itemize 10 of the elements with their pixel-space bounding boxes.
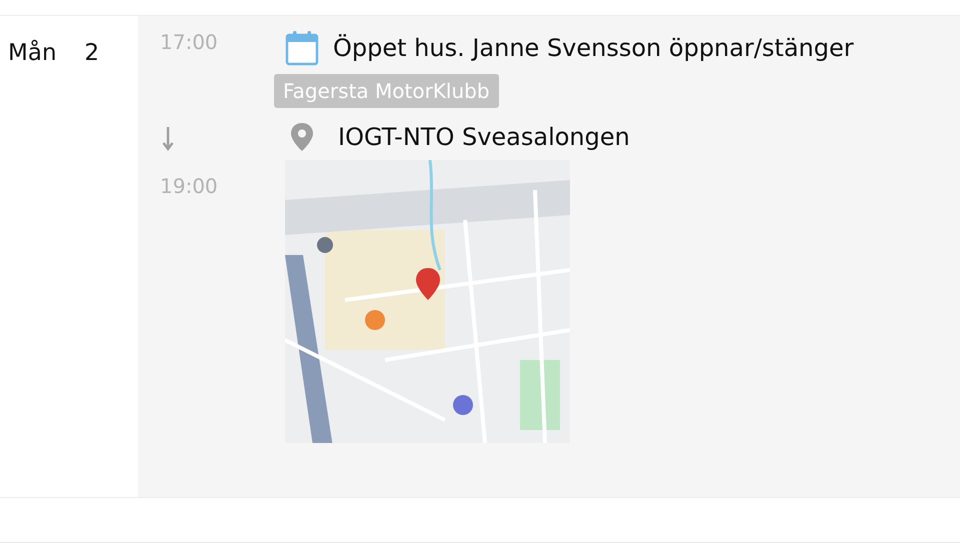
- organizer-tag: Fagersta MotorKlubb: [274, 74, 499, 108]
- date-number: 2: [84, 40, 100, 68]
- down-arrow-icon: [162, 126, 174, 152]
- end-time: 19:00: [160, 174, 218, 198]
- weekday: Mån: [8, 40, 57, 68]
- calendar-icon: [285, 30, 319, 66]
- event-title: Öppet hus. Janne Svensson öppnar/stänger: [333, 34, 854, 62]
- location-pin-icon: [290, 122, 314, 152]
- location-name: IOGT-NTO Sveasalongen: [338, 123, 630, 151]
- start-time: 17:00: [160, 30, 218, 54]
